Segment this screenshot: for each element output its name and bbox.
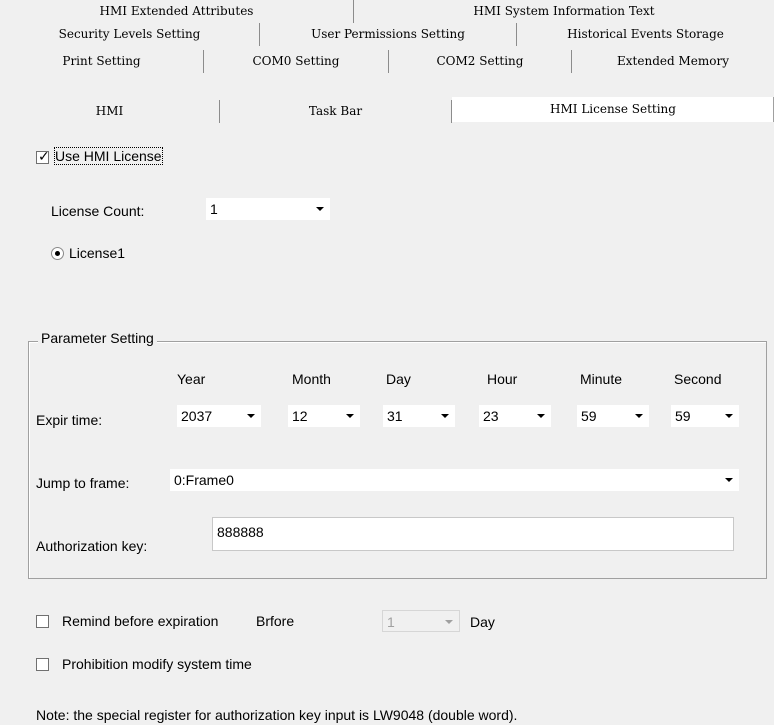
authorization-key-value: 888888: [217, 524, 264, 540]
tab-hmi-system-information-text[interactable]: HMI System Information Text: [354, 0, 774, 23]
expire-year-value: 2037: [181, 408, 213, 424]
expire-year-select[interactable]: 2037: [177, 405, 261, 427]
expire-day-select[interactable]: 31: [383, 405, 455, 427]
use-hmi-license-label[interactable]: Use HMI License: [54, 147, 163, 165]
expire-month-value: 12: [292, 408, 308, 424]
expire-hour-value: 23: [483, 408, 499, 424]
header-minute: Minute: [580, 371, 623, 387]
license-settings-panel: ✓ Use HMI License License Count: 1 Licen…: [0, 126, 774, 725]
chevron-down-icon[interactable]: [725, 414, 733, 418]
tab-security-levels-setting[interactable]: Security Levels Setting: [0, 23, 260, 46]
chevron-down-icon[interactable]: [346, 414, 354, 418]
remind-days-value: 1: [387, 614, 395, 630]
tab-row-4: HMI Task Bar HMI License Setting: [0, 97, 774, 127]
tab-hmi-license-setting[interactable]: HMI License Setting: [452, 97, 774, 122]
chevron-down-icon[interactable]: [441, 414, 449, 418]
license-count-select[interactable]: 1: [206, 198, 330, 220]
license1-label[interactable]: License1: [69, 245, 125, 261]
jump-to-frame-select[interactable]: 0:Frame0: [170, 469, 739, 491]
tab-row-2: Security Levels Setting User Permissions…: [0, 23, 774, 46]
parameter-setting-legend: Parameter Setting: [38, 330, 157, 346]
chevron-down-icon[interactable]: [445, 620, 453, 624]
authorization-key-label: Authorization key:: [36, 538, 148, 554]
checkmark-icon: ✓: [38, 149, 50, 165]
expire-minute-value: 59: [581, 408, 597, 424]
remind-before-expiration-checkbox[interactable]: [36, 615, 49, 628]
remind-before-expiration-label[interactable]: Remind before expiration: [62, 613, 218, 629]
tab-user-permissions-setting[interactable]: User Permissions Setting: [260, 23, 517, 46]
tab-com0-setting[interactable]: COM0 Setting: [204, 50, 389, 73]
tab-com2-setting[interactable]: COM2 Setting: [389, 50, 572, 73]
prohibit-modify-time-checkbox[interactable]: [36, 658, 49, 671]
chevron-down-icon[interactable]: [316, 207, 324, 211]
radio-selected-dot: [55, 251, 60, 256]
header-year: Year: [177, 371, 206, 387]
remind-days-select[interactable]: 1: [382, 610, 460, 632]
expire-second-select[interactable]: 59: [671, 405, 739, 427]
tab-row-3: Print Setting COM0 Setting COM2 Setting …: [0, 50, 774, 73]
tab-hmi[interactable]: HMI: [0, 100, 220, 123]
expire-time-label: Expir time:: [36, 412, 103, 428]
chevron-down-icon[interactable]: [247, 414, 255, 418]
header-second: Second: [674, 371, 722, 387]
tab-extended-memory[interactable]: Extended Memory: [572, 50, 774, 73]
header-month: Month: [292, 371, 331, 387]
license-count-value: 1: [210, 201, 218, 217]
authorization-note: Note: the special register for authoriza…: [36, 707, 518, 723]
expire-month-select[interactable]: 12: [288, 405, 360, 427]
license-count-label: License Count:: [51, 203, 145, 219]
prohibit-modify-time-label[interactable]: Prohibition modify system time: [62, 656, 252, 672]
tab-row-1: HMI Extended Attributes HMI System Infor…: [0, 0, 774, 23]
chevron-down-icon[interactable]: [635, 414, 643, 418]
authorization-key-input[interactable]: 888888: [212, 517, 734, 551]
before-label: Brfore: [256, 613, 295, 629]
header-hour: Hour: [487, 371, 518, 387]
jump-to-frame-label: Jump to frame:: [36, 475, 130, 491]
license1-radio[interactable]: [51, 247, 64, 260]
chevron-down-icon[interactable]: [725, 478, 733, 482]
tab-print-setting[interactable]: Print Setting: [0, 50, 204, 73]
remind-unit-label: Day: [470, 614, 495, 630]
tab-historical-events-storage[interactable]: Historical Events Storage: [517, 23, 774, 46]
expire-minute-select[interactable]: 59: [577, 405, 649, 427]
expire-hour-select[interactable]: 23: [479, 405, 551, 427]
expire-day-value: 31: [387, 408, 403, 424]
expire-second-value: 59: [675, 408, 691, 424]
use-hmi-license-checkbox[interactable]: ✓: [36, 149, 50, 165]
header-day: Day: [386, 371, 411, 387]
tab-task-bar[interactable]: Task Bar: [220, 100, 452, 123]
jump-to-frame-value: 0:Frame0: [174, 472, 234, 488]
tab-hmi-extended-attributes[interactable]: HMI Extended Attributes: [0, 0, 354, 23]
chevron-down-icon[interactable]: [537, 414, 545, 418]
tab-strip: HMI Extended Attributes HMI System Infor…: [0, 0, 774, 127]
